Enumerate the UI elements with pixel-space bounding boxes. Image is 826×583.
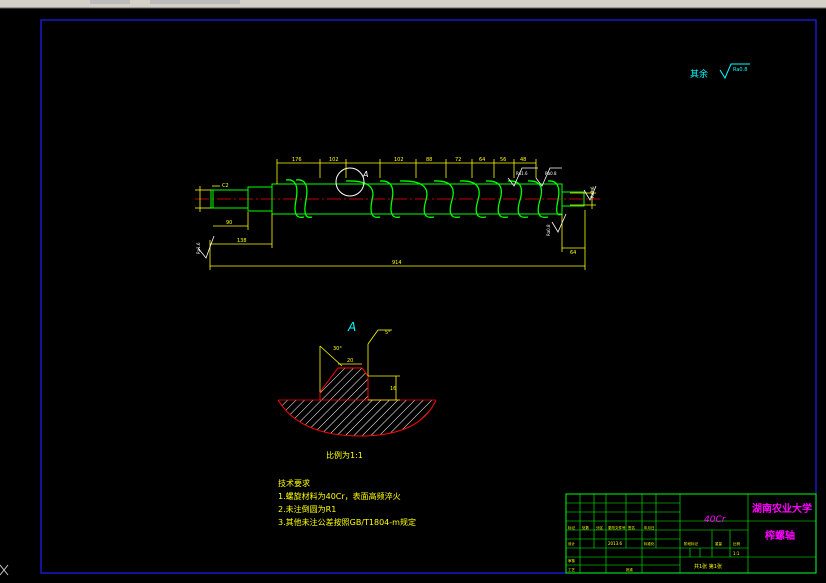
dim-left-step: 90 bbox=[226, 220, 232, 226]
tb-label: 年月日 bbox=[644, 525, 655, 530]
sheet-info: 共1张 第1张 bbox=[694, 563, 722, 570]
tb-label: 设计 bbox=[568, 541, 576, 546]
tb-label: 签名 bbox=[628, 525, 635, 530]
height-dim: 16 bbox=[390, 386, 396, 392]
dim-chamfer: C2 bbox=[222, 183, 229, 189]
tb-label: 标记 bbox=[568, 525, 576, 530]
tb-label: 重量 bbox=[715, 541, 723, 546]
detail-view-a: A 30° 5° 20 16 比例为1:1 bbox=[277, 320, 437, 460]
roughness-mark-value: Ra0.8 bbox=[546, 224, 551, 236]
dim-pitch-1: 176 bbox=[292, 157, 302, 163]
dim-pitch-7: 56 bbox=[500, 157, 506, 163]
material-value: 40Cr bbox=[704, 515, 727, 525]
detail-callout-label: A bbox=[362, 170, 368, 179]
dim-left-shoulder: 138 bbox=[237, 238, 247, 244]
scale-value: 1:1 bbox=[733, 551, 740, 556]
tech-requirement-item: 1.螺旋材料为40Cr，表面高频淬火 bbox=[278, 491, 401, 501]
dim-pitch-3: 102 bbox=[394, 157, 404, 163]
scale-label: 比例为1:1 bbox=[326, 450, 363, 460]
shaft-view: A bbox=[195, 167, 600, 219]
dim-pitch-6: 64 bbox=[479, 157, 485, 163]
roughness-mark-value: Ra1.6 bbox=[196, 242, 201, 254]
tech-requirements-title: 技术要求 bbox=[278, 478, 310, 488]
tech-requirement-item: 3.其他未注公差按照GB/T1804-m规定 bbox=[278, 517, 416, 527]
tb-label: 处数 bbox=[582, 525, 590, 530]
tb-label: 标准化 bbox=[644, 541, 655, 546]
angle-a: 30° bbox=[333, 346, 342, 352]
roughness-note-label: 其余 bbox=[690, 68, 708, 80]
roughness-mark-value: Ra1.6 bbox=[590, 186, 595, 198]
drawing-frame bbox=[40, 19, 817, 574]
detail-label: A bbox=[347, 320, 356, 334]
date-value: 2013.6 bbox=[608, 541, 622, 546]
dim-right-end: 64 bbox=[570, 250, 576, 256]
angle-b: 5° bbox=[385, 330, 391, 336]
tb-label: 更改文件号 bbox=[608, 525, 626, 530]
dim-pitch-8: 48 bbox=[520, 157, 526, 163]
tech-requirement-item: 2.未注倒圆为R1 bbox=[278, 504, 336, 514]
roughness-mark-value: Ra0.8 bbox=[545, 171, 557, 176]
dim-pitch-4: 88 bbox=[426, 157, 432, 163]
dim-pitch-2: 102 bbox=[329, 157, 339, 163]
part-name: 榨螺轴 bbox=[764, 529, 795, 542]
tb-label: 分区 bbox=[596, 525, 604, 530]
tech-requirements: 技术要求 1.螺旋材料为40Cr，表面高频淬火 2.未注倒圆为R1 3.其他未注… bbox=[278, 478, 416, 527]
dim-pitch-5: 72 bbox=[455, 157, 461, 163]
dim-overall-length: 914 bbox=[392, 260, 402, 266]
thickness-dim: 20 bbox=[347, 358, 353, 364]
title-block: 40Cr 湖南农业大学 榨螺轴 1:1 共1张 第1张 2013.6 标记 处数… bbox=[565, 493, 817, 574]
tb-label: 比例 bbox=[733, 541, 741, 546]
drawing-canvas[interactable]: 其余 Ra0.8 A 914 138 90 176 102 102 88 72 … bbox=[0, 0, 826, 583]
roughness-mark-value: Ra1.6 bbox=[516, 171, 528, 176]
tb-label: 批准 bbox=[626, 567, 634, 572]
roughness-mark-values: Ra1.6 Ra0.8 Ra1.6 Ra0.8 Ra1.6 bbox=[196, 171, 595, 254]
tb-label: 阶段标记 bbox=[684, 541, 698, 546]
tb-label: 工艺 bbox=[568, 567, 576, 572]
tb-label: 审核 bbox=[568, 558, 576, 563]
school-name: 湖南农业大学 bbox=[752, 502, 812, 515]
roughness-symbol-value: Ra0.8 bbox=[733, 67, 747, 73]
